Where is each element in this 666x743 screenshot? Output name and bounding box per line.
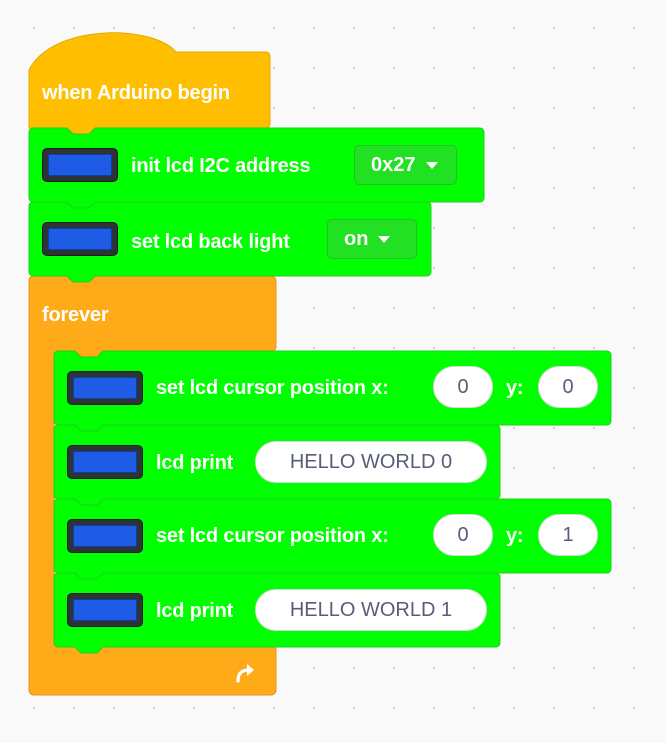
y-label: y: [506,525,524,547]
cursor-y-input[interactable]: 0 [538,366,598,408]
chevron-down-icon [378,235,391,243]
backlight-state-dropdown[interactable]: on [327,219,417,259]
init-lcd-label: init lcd I2C address [131,155,311,177]
print-text-input[interactable]: HELLO WORLD 1 [255,589,487,631]
lcd-icon [67,593,143,627]
set-cursor-label: set lcd cursor position x: [156,377,389,399]
lcd-icon [67,371,143,405]
chevron-down-icon [425,161,438,169]
lcd-print-label: lcd print [156,452,234,474]
forever-label: forever [42,304,109,326]
lcd-icon [42,222,118,256]
set-backlight-label: set lcd back light [131,231,290,253]
when-arduino-begin-label: when Arduino begin [42,82,230,104]
lcd-icon [42,148,118,182]
cursor-x-input[interactable]: 0 [433,366,493,408]
lcd-print-label: lcd print [156,600,234,622]
set-cursor-label: set lcd cursor position x: [156,525,389,547]
cursor-y-input[interactable]: 1 [538,514,598,556]
lcd-icon [67,445,143,479]
cursor-x-input[interactable]: 0 [433,514,493,556]
y-label: y: [506,377,524,399]
lcd-icon [67,519,143,553]
i2c-address-value: 0x27 [371,153,416,176]
loop-arrow-icon [236,664,254,683]
print-text-input[interactable]: HELLO WORLD 0 [255,441,487,483]
i2c-address-dropdown[interactable]: 0x27 [354,145,457,185]
backlight-state-value: on [344,227,369,250]
